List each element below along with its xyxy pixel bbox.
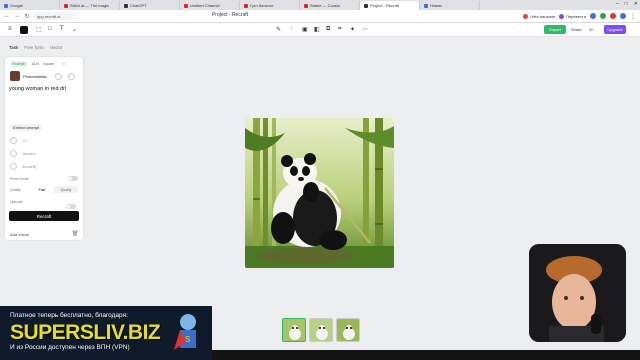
similarity-label: Similarity xyxy=(22,165,37,169)
reload-icon[interactable]: ↻ xyxy=(24,13,30,20)
window-controls: – □ ✕ xyxy=(616,1,638,7)
browser-tab[interactable]: Stitch ai — The magic xyxy=(60,1,120,10)
avatar[interactable] xyxy=(68,73,75,80)
translate-icon xyxy=(523,13,529,19)
superhero-mascot-icon: S xyxy=(172,312,204,352)
youtube-icon xyxy=(244,3,248,8)
back-icon[interactable]: ← xyxy=(4,13,10,19)
translate-icon xyxy=(559,13,565,19)
extension-icon[interactable] xyxy=(590,13,596,19)
trash-icon[interactable]: 🗑 xyxy=(72,231,78,237)
magic-icon[interactable]: ✦ xyxy=(350,26,355,33)
thumbnail[interactable] xyxy=(309,318,333,342)
shape-tool-icon[interactable]: □ xyxy=(48,26,52,32)
credits-badge[interactable]: 50 xyxy=(589,25,593,34)
settings-chips: Realistic 1024 Square ✕ xyxy=(10,61,65,67)
thumbnail[interactable] xyxy=(336,318,360,342)
thumbnail[interactable] xyxy=(282,318,306,342)
bottom-bar xyxy=(212,350,640,360)
quality-option-quality[interactable]: Quality xyxy=(54,186,78,193)
close-icon[interactable]: ✕ xyxy=(62,62,65,66)
extension-translate-ru[interactable]: Перевести xyxy=(559,12,586,20)
add-colors-button[interactable]: Add colors xyxy=(10,232,29,237)
promo-banner-line1: Платное теперь бесплатно, благодаря: xyxy=(10,312,128,319)
layers-icon[interactable]: ⧉ xyxy=(326,26,330,33)
browser-tab[interactable]: Новая xyxy=(420,1,480,10)
webcam-overlay xyxy=(529,244,626,342)
browser-tab[interactable]: Stable — Cousin xyxy=(300,1,360,10)
google-icon xyxy=(4,3,8,8)
maximize-icon[interactable]: □ xyxy=(625,1,628,7)
brush-tool-icon[interactable]: ◌ xyxy=(290,26,294,32)
style-thumbnail[interactable] xyxy=(10,71,20,81)
aspect-ratio-label: 1:1 xyxy=(22,139,27,143)
extension-translate[interactable]: Ultra translate xyxy=(523,12,555,20)
size-chip[interactable]: 1024 xyxy=(31,62,39,66)
recraft-logo-icon[interactable] xyxy=(20,26,28,34)
model-chip[interactable]: Realistic xyxy=(10,61,28,67)
url-field[interactable]: app.recraft.ai xyxy=(34,12,74,20)
menu-icon[interactable]: ⋮ xyxy=(630,13,636,20)
youtube-icon xyxy=(304,3,308,8)
generated-image-panda[interactable] xyxy=(245,118,394,268)
panda-illustration xyxy=(245,118,394,268)
browser-tab-active[interactable]: Project - Recraft xyxy=(360,1,420,10)
eraser-tool-icon[interactable]: ◧ xyxy=(314,26,320,33)
browser-tab[interactable]: Untitled Channel xyxy=(180,1,240,10)
prompt-input[interactable]: young woman in red dr| xyxy=(9,86,66,92)
address-bar: ← → ↻ app.recraft.ai Ultra translate Пер… xyxy=(0,10,640,23)
notion-icon xyxy=(124,3,128,8)
more-icon[interactable]: ⋯ xyxy=(362,26,368,33)
browser-tab[interactable]: ChatGPT xyxy=(120,1,180,10)
extend-prompt-button[interactable]: Extend prompt xyxy=(10,124,43,131)
tab-icon xyxy=(424,3,428,8)
variation-label: Variation xyxy=(22,152,36,156)
profile-icon[interactable] xyxy=(620,13,626,19)
forward-icon[interactable]: → xyxy=(14,13,20,19)
style-name[interactable]: Photorealistic xyxy=(23,74,47,79)
crop-icon[interactable]: ⌗ xyxy=(338,26,341,33)
quality-segmented-control: Fast Quality xyxy=(30,186,78,193)
tab-free-form[interactable]: Free form xyxy=(24,45,44,50)
promo-banner-line3: И из России доступен через ВПН (VPN) xyxy=(10,344,130,351)
svg-text:S: S xyxy=(185,335,190,344)
share-button[interactable]: Share xyxy=(571,25,582,34)
page-title: Project - Recraft xyxy=(211,12,249,18)
variation-icon[interactable] xyxy=(10,150,17,157)
quality-label: Quality xyxy=(10,188,21,192)
extension-icon[interactable] xyxy=(610,13,616,19)
panel-tabs: Task Free form Vector xyxy=(9,45,63,50)
youtube-icon xyxy=(184,3,188,8)
image-tool-icon[interactable]: ▣ xyxy=(302,26,308,33)
youtube-icon xyxy=(64,3,68,8)
upscale-toggle[interactable] xyxy=(66,204,76,209)
recraft-generate-button[interactable]: Recraft xyxy=(9,211,79,221)
promo-banner-title: SUPERSLIV.BIZ xyxy=(10,321,161,344)
export-button[interactable]: Export xyxy=(544,25,566,34)
close-icon[interactable]: ✕ xyxy=(634,1,638,7)
pen-tool-icon[interactable]: ✎ xyxy=(276,26,281,33)
image-thumbnails xyxy=(282,318,360,342)
extension-icon[interactable] xyxy=(600,13,606,19)
browser-tab-bar: Google Stitch ai — The magic ChatGPT Unt… xyxy=(0,0,640,10)
tab-vector[interactable]: Vector xyxy=(50,45,63,50)
upgrade-button[interactable]: Upgrade xyxy=(604,25,626,34)
select-tool-icon[interactable]: ⬚ xyxy=(36,26,42,33)
aspect-ratio-icon[interactable] xyxy=(10,137,17,144)
minimize-icon[interactable]: – xyxy=(616,1,619,7)
browser-tab[interactable]: Гугл Каталог xyxy=(240,1,300,10)
quality-option-fast[interactable]: Fast xyxy=(30,186,54,193)
ratio-chip[interactable]: Square xyxy=(43,62,54,66)
tab-task[interactable]: Task xyxy=(9,45,18,50)
browser-tab[interactable]: Google xyxy=(0,1,60,10)
style-settings-icon[interactable] xyxy=(55,73,62,80)
text-tool-icon[interactable]: T xyxy=(60,26,64,32)
recraft-icon xyxy=(364,3,368,8)
menu-icon[interactable]: ≡ xyxy=(8,26,12,32)
upscale-label: Upscale xyxy=(10,200,23,204)
dropdown-icon[interactable]: ⌄ xyxy=(72,26,77,33)
similarity-icon[interactable] xyxy=(10,163,17,170)
photo-mode-toggle[interactable] xyxy=(68,176,78,181)
photo-mode-label: Photo mode xyxy=(10,177,29,181)
